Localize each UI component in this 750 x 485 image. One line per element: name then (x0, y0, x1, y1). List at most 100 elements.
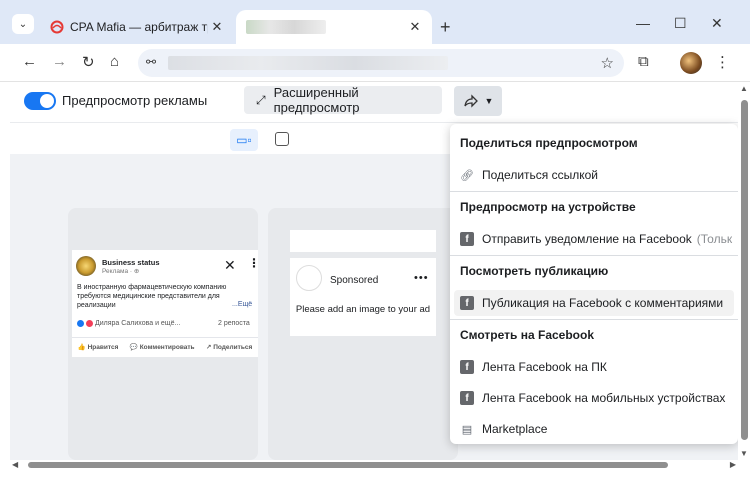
marketplace-item[interactable]: ▤ Marketplace (454, 416, 734, 442)
send-notification-label: Отправить уведомление на Facebook (482, 232, 692, 246)
browser-menu-icon[interactable]: ⋮ (715, 53, 730, 71)
close-icon: ✕ (224, 257, 236, 273)
like-reaction-icon (77, 320, 84, 327)
watch-on-facebook-header: Смотреть на Facebook (460, 328, 594, 342)
horizontal-scrollbar[interactable]: ◀ ▶ (10, 460, 738, 470)
vertical-scrollbar[interactable]: ▲ ▼ (738, 82, 750, 460)
mobile-ad-preview: Business status Реклама · ⊕ ✕ ⋮ В иностр… (72, 250, 260, 357)
share-dropdown-button[interactable]: ▼ (454, 86, 502, 116)
expand-arrows-icon: ⤢ (256, 92, 266, 107)
preview-controls: Предпросмотр рекламы ⤢ Расширенный предп… (10, 82, 738, 122)
desktop-feed-item[interactable]: f Лента Facebook на ПК (454, 354, 734, 380)
browser-toolbar: ← → ↻ ⌂ ⚯ ☆ ⧉ ⋮ (0, 44, 750, 82)
ad-preview-label: Предпросмотр рекламы (62, 93, 208, 108)
feed-preview-header-space (290, 230, 436, 252)
ads-preview-page: Предпросмотр рекламы ⤢ Расширенный предп… (10, 82, 738, 460)
close-window-button[interactable]: ✕ (711, 15, 723, 32)
menu-divider (450, 319, 738, 320)
close-tab-icon[interactable]: ✕ (406, 19, 424, 35)
bookmark-star-icon[interactable]: ☆ (601, 54, 614, 72)
device-preview-header: Предпросмотр на устройстве (460, 200, 636, 214)
profile-avatar[interactable] (680, 52, 702, 74)
ad-preview-toggle[interactable] (24, 92, 56, 110)
share-preview-menu: Поделиться предпросмотром 🔗︎ Поделиться … (450, 124, 738, 444)
extensions-icon[interactable]: ⧉ (638, 53, 649, 70)
more-options-icon: ••• (414, 272, 429, 284)
marketplace-label: Marketplace (482, 422, 548, 436)
blurred-tab-title (246, 20, 326, 34)
page-avatar-placeholder (296, 265, 322, 291)
page-avatar (76, 256, 96, 276)
share-link-item[interactable]: 🔗︎ Поделиться ссылкой (454, 162, 734, 188)
tab-search-button[interactable]: ⌄ (12, 14, 34, 34)
missing-image-message: Please add an image to your ad (295, 304, 431, 315)
desktop-feed-label: Лента Facebook на ПК (482, 360, 607, 374)
facebook-post-comments-label: Публикация на Facebook с комментариями (482, 296, 724, 310)
send-notification-item[interactable]: f Отправить уведомление на Facebook (Тол… (454, 226, 734, 252)
menu-divider (450, 255, 738, 256)
new-tab-button[interactable]: + (440, 17, 451, 38)
home-icon[interactable]: ⌂ (110, 53, 119, 70)
forward-arrow-icon[interactable]: → (52, 53, 67, 70)
back-arrow-icon[interactable]: ← (22, 53, 37, 70)
tab-title: CPA Mafia — арбитраж трафи (70, 20, 208, 34)
maximize-button[interactable]: ☐ (674, 15, 687, 32)
reactions-text: Диляра Салихова и ещё... (95, 320, 181, 327)
share-arrow-icon (463, 94, 478, 108)
address-bar[interactable]: ⚯ ☆ (138, 49, 624, 77)
browser-tab-cpa-mafia[interactable]: CPA Mafia — арбитраж трафи ✕ (40, 10, 234, 44)
cpa-mafia-favicon-icon (50, 20, 64, 34)
share-action: ↗ Поделиться (205, 344, 253, 351)
comment-action: 💬 Комментировать (129, 344, 195, 351)
scroll-left-arrow-icon[interactable]: ◀ (12, 460, 18, 469)
marketplace-shop-icon: ▤ (461, 423, 473, 436)
browser-titlebar: ⌄ CPA Mafia — арбитраж трафи ✕ ✕ + — ☐ ✕ (0, 0, 750, 44)
facebook-post-comments-item[interactable]: f Публикация на Facebook с комментариями (454, 290, 734, 316)
post-actions: 👍 Нравится 💬 Комментировать ↗ Поделиться (72, 337, 258, 351)
expanded-preview-label: Расширенный предпросмотр (273, 85, 360, 115)
close-tab-icon[interactable]: ✕ (208, 19, 226, 35)
sponsored-label: Реклама · ⊕ (102, 268, 140, 275)
left-gutter (0, 82, 10, 460)
caret-down-icon: ▼ (484, 96, 494, 106)
ad-text: В иностранную фармацевтическую компанию … (77, 284, 227, 309)
see-more-link: ...Ещё (232, 301, 253, 308)
facebook-icon: f (460, 360, 474, 374)
share-link-label: Поделиться ссылкой (482, 168, 598, 182)
chevron-down-icon: ⌄ (18, 18, 28, 30)
single-view-button[interactable] (275, 132, 289, 146)
horizontal-scroll-thumb[interactable] (28, 462, 668, 468)
like-action: 👍 Нравится (77, 344, 119, 351)
facebook-icon: f (460, 391, 474, 405)
window-bottom-edge (0, 470, 750, 485)
sponsored-label: Sponsored (330, 275, 379, 286)
reload-icon[interactable]: ↻ (82, 53, 95, 71)
site-info-icon[interactable]: ⚯ (146, 55, 156, 69)
reposts-count: 2 репоста (218, 320, 250, 327)
toggle-knob (40, 94, 54, 108)
blurred-url (168, 56, 448, 70)
scroll-down-arrow-icon[interactable]: ▼ (740, 449, 748, 458)
scroll-up-arrow-icon[interactable]: ▲ (740, 84, 748, 93)
more-options-icon: ⋮ (248, 256, 260, 270)
vertical-scroll-thumb[interactable] (741, 100, 748, 440)
devices-icon: ▭▫ (236, 133, 252, 147)
browser-tab-active[interactable]: ✕ (236, 10, 432, 44)
desktop-mobile-view-button[interactable]: ▭▫ (230, 129, 258, 151)
share-preview-header: Поделиться предпросмотром (460, 136, 638, 150)
facebook-icon: f (460, 232, 474, 246)
page-name: Business status (102, 258, 160, 267)
expanded-preview-button[interactable]: ⤢ Расширенный предпросмотр (244, 85, 442, 115)
mobile-feed-label: Лента Facebook на мобильных устройствах (482, 391, 726, 405)
love-reaction-icon (86, 320, 93, 327)
feed-ad-preview: Sponsored ••• Please add an image to you… (290, 258, 436, 336)
link-icon: 🔗︎ (460, 169, 474, 182)
scroll-right-arrow-icon[interactable]: ▶ (730, 460, 736, 469)
menu-divider (450, 191, 738, 192)
reactions-summary: Диляра Салихова и ещё... (77, 320, 180, 327)
view-post-header: Посмотреть публикацию (460, 264, 609, 278)
minimize-button[interactable]: — (636, 15, 650, 31)
mobile-feed-item[interactable]: f Лента Facebook на мобильных устройства… (454, 385, 734, 411)
facebook-icon: f (460, 296, 474, 310)
send-notification-note: (Тольк (696, 232, 733, 246)
